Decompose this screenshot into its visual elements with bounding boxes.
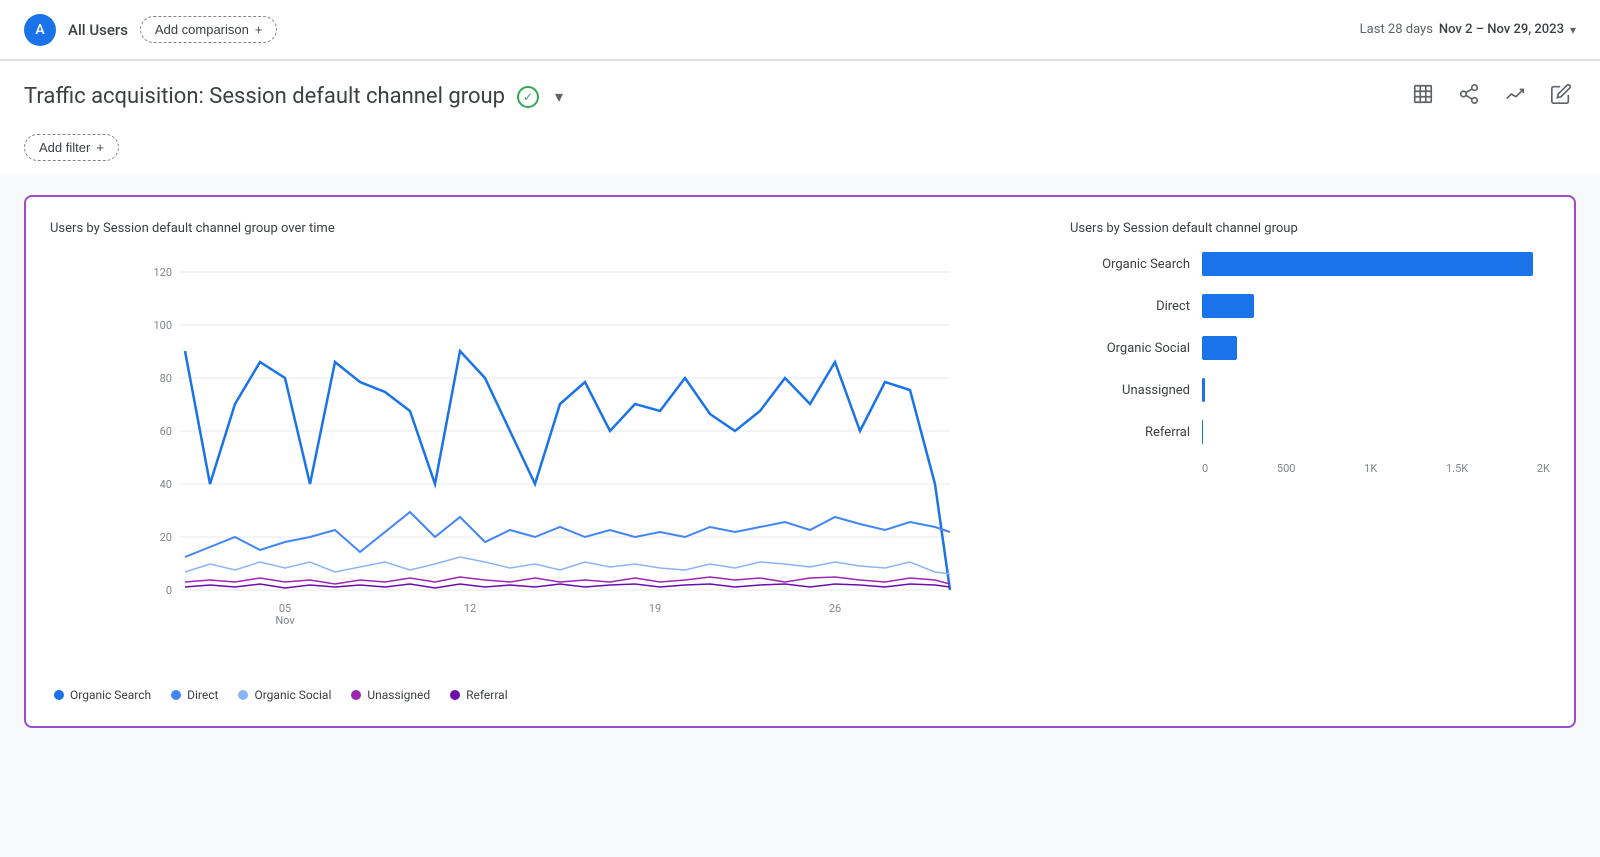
bar-x-label-500: 500 <box>1277 462 1296 475</box>
legend-label-organic-social: Organic Social <box>254 688 331 702</box>
date-dropdown-icon[interactable]: ▾ <box>1570 23 1576 37</box>
filter-section: Add filter + <box>0 126 1600 175</box>
bar-track-organic-search <box>1202 252 1550 276</box>
svg-text:60: 60 <box>160 425 172 438</box>
bar-row-direct: Direct <box>1070 294 1550 318</box>
svg-text:26: 26 <box>829 602 841 615</box>
legend-label-referral: Referral <box>466 688 508 702</box>
chart-legend: Organic Search Direct Organic Social Una… <box>50 688 1030 702</box>
legend-item-unassigned: Unassigned <box>351 688 430 702</box>
bar-track-direct <box>1202 294 1550 318</box>
date-prefix: Last 28 days <box>1360 22 1433 37</box>
legend-dot-direct <box>171 690 181 700</box>
legend-item-direct: Direct <box>171 688 218 702</box>
legend-dot-referral <box>450 690 460 700</box>
legend-label-unassigned: Unassigned <box>367 688 430 702</box>
bar-track-organic-social <box>1202 336 1550 360</box>
svg-text:80: 80 <box>160 372 172 385</box>
svg-text:120: 120 <box>153 266 172 279</box>
title-row: Traffic acquisition: Session default cha… <box>24 79 1576 114</box>
chart-card: Users by Session default channel group o… <box>24 195 1576 728</box>
line-chart-area: 120 100 80 60 40 20 0 05 Nov 12 19 26 <box>50 252 1030 672</box>
legend-item-organic-social: Organic Social <box>238 688 331 702</box>
svg-text:12: 12 <box>464 602 476 615</box>
legend-item-organic-search: Organic Search <box>54 688 151 702</box>
bar-chart-area: Organic Search Direct Organic Social Una… <box>1070 252 1550 475</box>
svg-text:100: 100 <box>153 319 172 332</box>
bar-label-referral: Referral <box>1070 425 1190 440</box>
add-filter-button[interactable]: Add filter + <box>24 134 119 161</box>
page-title-group: Traffic acquisition: Session default cha… <box>24 84 567 109</box>
bar-x-label-1-5k: 1.5K <box>1446 462 1468 475</box>
legend-label-direct: Direct <box>187 688 218 702</box>
header-left: A All Users Add comparison + <box>24 14 277 46</box>
legend-dot-organic-search <box>54 690 64 700</box>
title-dropdown-button[interactable]: ▾ <box>551 85 567 109</box>
svg-text:40: 40 <box>160 478 172 491</box>
check-badge: ✓ <box>517 86 539 108</box>
bar-row-organic-social: Organic Social <box>1070 336 1550 360</box>
bar-x-label-2k: 2K <box>1537 462 1550 475</box>
bar-label-organic-social: Organic Social <box>1070 341 1190 356</box>
trend-button[interactable] <box>1500 79 1530 114</box>
svg-text:20: 20 <box>160 531 172 544</box>
line-chart-title: Users by Session default channel group o… <box>50 221 1030 236</box>
bar-fill-unassigned <box>1202 378 1205 402</box>
bar-chart-title: Users by Session default channel group <box>1070 221 1550 236</box>
title-actions <box>1408 79 1576 114</box>
bar-x-label-0: 0 <box>1202 462 1208 475</box>
table-view-button[interactable] <box>1408 79 1438 114</box>
svg-text:19: 19 <box>649 602 661 615</box>
date-range: Nov 2 – Nov 29, 2023 <box>1439 22 1564 37</box>
page-title: Traffic acquisition: Session default cha… <box>24 84 505 109</box>
bar-label-direct: Direct <box>1070 299 1190 314</box>
title-section: Traffic acquisition: Session default cha… <box>0 61 1600 126</box>
bar-row-referral: Referral <box>1070 420 1550 444</box>
add-comparison-button[interactable]: Add comparison + <box>140 16 278 43</box>
edit-button[interactable] <box>1546 79 1576 114</box>
legend-dot-unassigned <box>351 690 361 700</box>
bar-label-unassigned: Unassigned <box>1070 383 1190 398</box>
bar-track-referral <box>1202 420 1550 444</box>
header-right: Last 28 days Nov 2 – Nov 29, 2023 ▾ <box>1360 22 1576 37</box>
bar-x-axis: 0 500 1K 1.5K 2K <box>1070 462 1550 475</box>
bar-fill-organic-social <box>1202 336 1237 360</box>
legend-dot-organic-social <box>238 690 248 700</box>
line-chart-svg: 120 100 80 60 40 20 0 05 Nov 12 19 26 <box>50 252 1030 632</box>
legend-item-referral: Referral <box>450 688 508 702</box>
share-button[interactable] <box>1454 79 1484 114</box>
bar-track-unassigned <box>1202 378 1550 402</box>
bar-row-unassigned: Unassigned <box>1070 378 1550 402</box>
bar-row-organic-search: Organic Search <box>1070 252 1550 276</box>
svg-text:0: 0 <box>166 584 172 597</box>
all-users-label: All Users <box>68 21 128 39</box>
bar-x-label-1k: 1K <box>1364 462 1377 475</box>
bar-label-organic-search: Organic Search <box>1070 257 1190 272</box>
svg-text:Nov: Nov <box>275 614 295 627</box>
header: A All Users Add comparison + Last 28 day… <box>0 0 1600 60</box>
bar-fill-organic-search <box>1202 252 1533 276</box>
user-avatar: A <box>24 14 56 46</box>
bar-fill-referral <box>1202 420 1203 444</box>
bar-fill-direct <box>1202 294 1254 318</box>
bar-chart-container: Users by Session default channel group O… <box>1070 221 1550 702</box>
line-chart-container: Users by Session default channel group o… <box>50 221 1030 702</box>
legend-label-organic-search: Organic Search <box>70 688 151 702</box>
